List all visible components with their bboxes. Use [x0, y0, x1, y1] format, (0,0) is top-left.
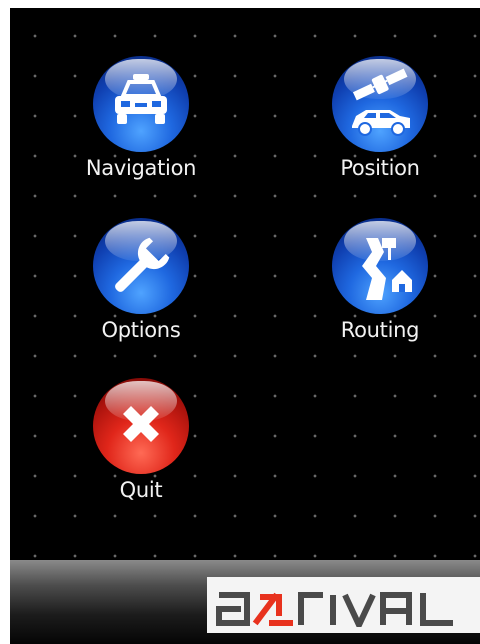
main-menu-screen: Navigation Position Options Routing Quit — [10, 8, 480, 560]
routing-button[interactable]: Routing — [305, 218, 455, 368]
satellite-car-icon — [332, 56, 428, 152]
position-button[interactable]: Position — [305, 56, 455, 206]
quit-label: Quit — [119, 478, 163, 502]
navigation-button[interactable]: Navigation — [66, 56, 216, 206]
options-label: Options — [101, 318, 181, 342]
car-icon — [93, 56, 189, 152]
navigation-label: Navigation — [85, 156, 197, 180]
brand-logo — [207, 577, 480, 633]
position-label: Position — [340, 156, 420, 180]
quit-button[interactable]: Quit — [66, 378, 216, 528]
close-icon — [93, 378, 189, 474]
options-button[interactable]: Options — [66, 218, 216, 368]
arival-logo — [215, 592, 453, 627]
route-map-icon — [332, 218, 428, 314]
wrench-icon — [93, 218, 189, 314]
routing-label: Routing — [340, 318, 420, 342]
